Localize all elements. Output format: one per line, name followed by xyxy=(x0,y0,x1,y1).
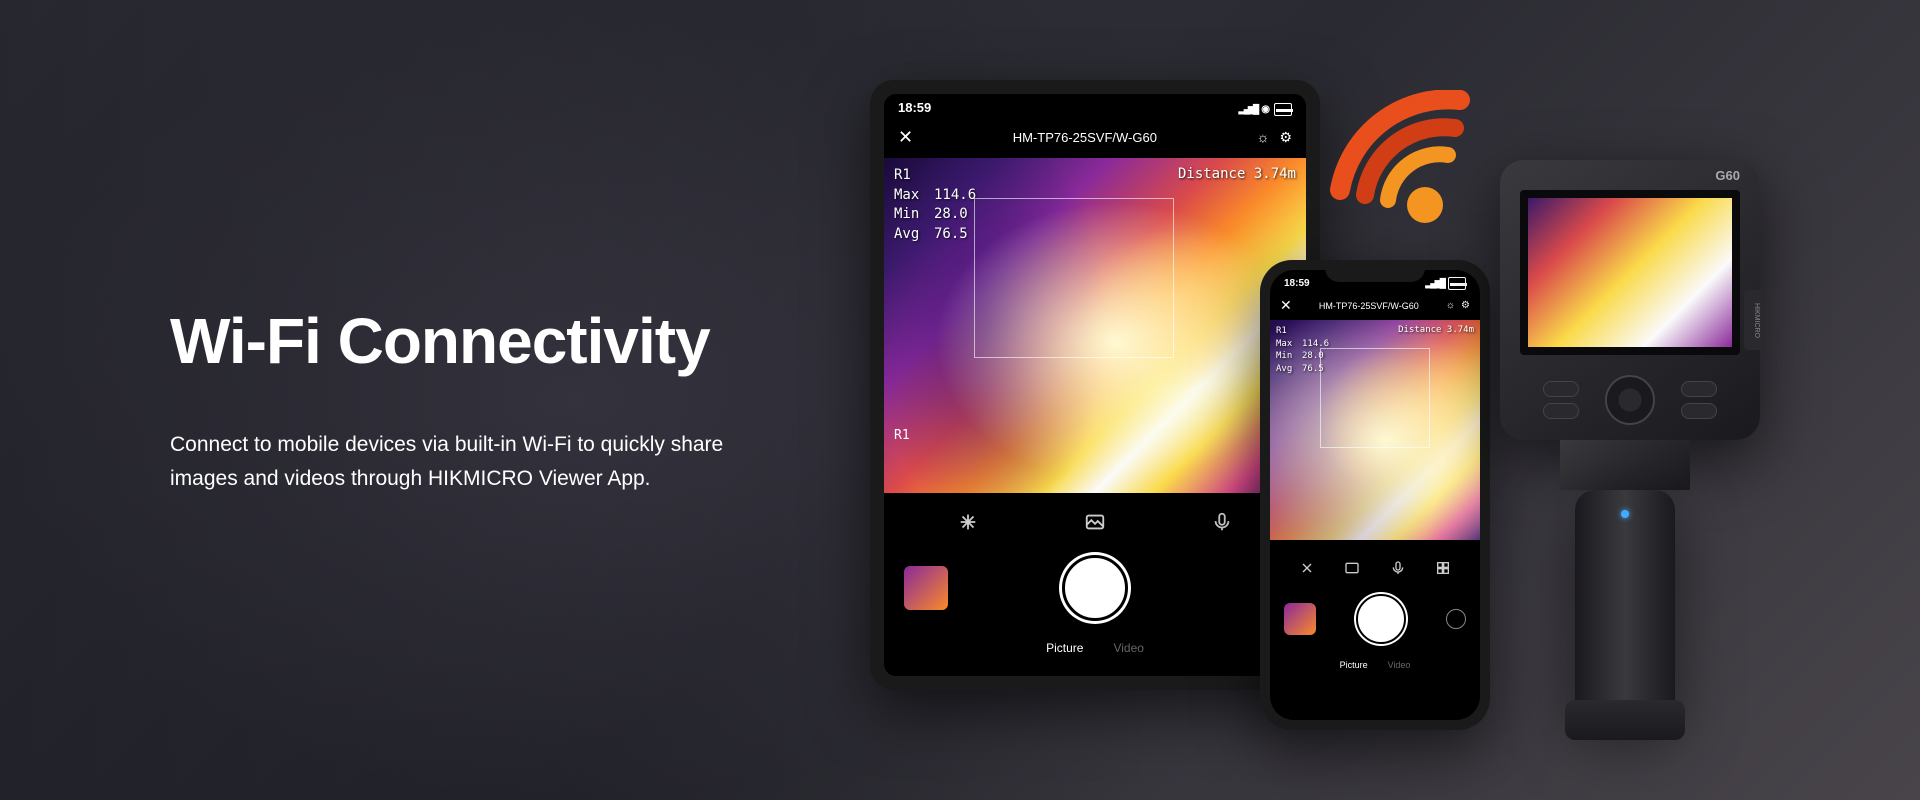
status-icons xyxy=(1239,100,1292,115)
light-icon[interactable]: ☼ xyxy=(1446,300,1455,311)
grid-icon[interactable] xyxy=(1435,560,1451,576)
mode-video[interactable]: Video xyxy=(1113,641,1143,655)
mode-picture[interactable]: Picture xyxy=(1046,641,1083,655)
status-time: 18:59 xyxy=(898,100,931,115)
last-capture-thumbnail[interactable] xyxy=(1284,603,1316,635)
camera-handle xyxy=(1575,490,1675,720)
thermal-image-view[interactable]: R1 Max114.6 Min28.0 Avg76.5 Distance 3.7… xyxy=(884,158,1306,493)
hero-section: Wi-Fi Connectivity Connect to mobile dev… xyxy=(0,0,1920,800)
camera-button[interactable] xyxy=(1681,381,1717,397)
status-time: 18:59 xyxy=(1284,278,1310,289)
phone-screen: 18:59 ✕ HM-TP76-25SVF/W-G60 ☼ ⚙ xyxy=(1270,270,1480,720)
shutter-button[interactable] xyxy=(1062,555,1128,621)
mic-icon[interactable] xyxy=(1211,511,1233,533)
avg-value: 76.5 xyxy=(934,225,968,245)
status-icons xyxy=(1425,278,1466,289)
close-icon[interactable]: ✕ xyxy=(1280,297,1292,314)
phone-device: 18:59 ✕ HM-TP76-25SVF/W-G60 ☼ ⚙ xyxy=(1260,260,1490,730)
camera-button[interactable] xyxy=(1681,403,1717,419)
signal-icon xyxy=(1239,100,1258,115)
connected-device-name: HM-TP76-25SVF/W-G60 xyxy=(1013,130,1157,145)
devices-group: 18:59 ✕ HM-TP76-25SVF/W-G60 ☼ ⚙ xyxy=(870,80,1770,740)
app-controls xyxy=(1270,540,1480,584)
region-marker: R1 xyxy=(894,428,910,443)
camera-brand-label: HIKMICRO xyxy=(1744,290,1762,350)
battery-icon xyxy=(1448,278,1466,289)
tools-icon[interactable] xyxy=(957,511,979,533)
wifi-signal-icon xyxy=(1330,90,1500,230)
tools-icon[interactable] xyxy=(1299,560,1315,576)
max-value: 114.6 xyxy=(934,186,976,206)
camera-dpad[interactable] xyxy=(1605,375,1655,425)
camera-head: G60 HIKMICRO xyxy=(1500,160,1760,440)
mode-picture[interactable]: Picture xyxy=(1340,660,1368,670)
gallery-icon[interactable] xyxy=(1344,560,1360,576)
capture-modes: Picture Video xyxy=(1270,654,1480,676)
gear-icon[interactable]: ⚙ xyxy=(1279,129,1292,146)
avg-label: Avg xyxy=(894,225,934,245)
avg-label: Avg xyxy=(1276,363,1302,376)
app-header: ✕ HM-TP76-25SVF/W-G60 ☼ ⚙ xyxy=(884,117,1306,158)
shutter-button[interactable] xyxy=(1356,594,1406,644)
region-label: R1 xyxy=(1276,325,1329,338)
signal-icon xyxy=(1425,278,1444,289)
distance-reading: Distance 3.74m xyxy=(1178,166,1296,182)
region-label: R1 xyxy=(894,166,976,186)
last-capture-thumbnail[interactable] xyxy=(904,566,948,610)
thermal-image-view[interactable]: R1 Max114.6 Min28.0 Avg76.5 Distance 3.7… xyxy=(1270,320,1480,540)
min-value: 28.0 xyxy=(934,205,968,225)
max-label: Max xyxy=(1276,338,1302,351)
mode-toggle-icon[interactable] xyxy=(1446,609,1466,629)
app-controls xyxy=(884,493,1306,543)
capture-modes: Picture Video xyxy=(884,633,1306,663)
app-header: ✕ HM-TP76-25SVF/W-G60 ☼ ⚙ xyxy=(1270,291,1480,320)
distance-reading: Distance 3.74m xyxy=(1398,325,1474,335)
shutter-row xyxy=(1270,584,1480,654)
measurement-box[interactable] xyxy=(1320,348,1430,448)
shutter-row xyxy=(884,543,1306,633)
camera-led-indicator xyxy=(1621,510,1629,518)
status-bar: 18:59 xyxy=(884,94,1306,117)
gallery-icon[interactable] xyxy=(1084,511,1106,533)
camera-display xyxy=(1520,190,1740,355)
status-bar: 18:59 xyxy=(1270,270,1480,291)
wifi-status-icon xyxy=(1261,100,1270,115)
close-icon[interactable]: ✕ xyxy=(898,127,913,148)
text-content: Wi-Fi Connectivity Connect to mobile dev… xyxy=(0,304,864,495)
min-label: Min xyxy=(1276,350,1302,363)
hero-title: Wi-Fi Connectivity xyxy=(170,304,864,378)
camera-button[interactable] xyxy=(1543,381,1579,397)
tablet-device: 18:59 ✕ HM-TP76-25SVF/W-G60 ☼ ⚙ xyxy=(870,80,1320,690)
light-icon[interactable]: ☼ xyxy=(1257,129,1270,146)
mode-video[interactable]: Video xyxy=(1388,660,1411,670)
gear-icon[interactable]: ⚙ xyxy=(1461,300,1470,311)
tablet-screen: 18:59 ✕ HM-TP76-25SVF/W-G60 ☼ ⚙ xyxy=(884,94,1306,676)
mic-icon[interactable] xyxy=(1390,560,1406,576)
thermal-camera-device: G60 HIKMICRO xyxy=(1470,160,1770,720)
camera-button[interactable] xyxy=(1543,403,1579,419)
min-label: Min xyxy=(894,205,934,225)
camera-model-label: G60 xyxy=(1715,168,1740,183)
hero-description: Connect to mobile devices via built-in W… xyxy=(170,428,740,495)
max-label: Max xyxy=(894,186,934,206)
camera-button-panel xyxy=(1530,370,1730,430)
connected-device-name: HM-TP76-25SVF/W-G60 xyxy=(1319,301,1419,311)
battery-icon xyxy=(1274,100,1292,115)
camera-neck xyxy=(1560,440,1690,490)
measurement-box[interactable] xyxy=(974,198,1174,358)
header-icons: ☼ ⚙ xyxy=(1446,300,1470,311)
header-icons: ☼ ⚙ xyxy=(1257,129,1292,146)
thermal-readings: R1 Max114.6 Min28.0 Avg76.5 xyxy=(894,166,976,244)
